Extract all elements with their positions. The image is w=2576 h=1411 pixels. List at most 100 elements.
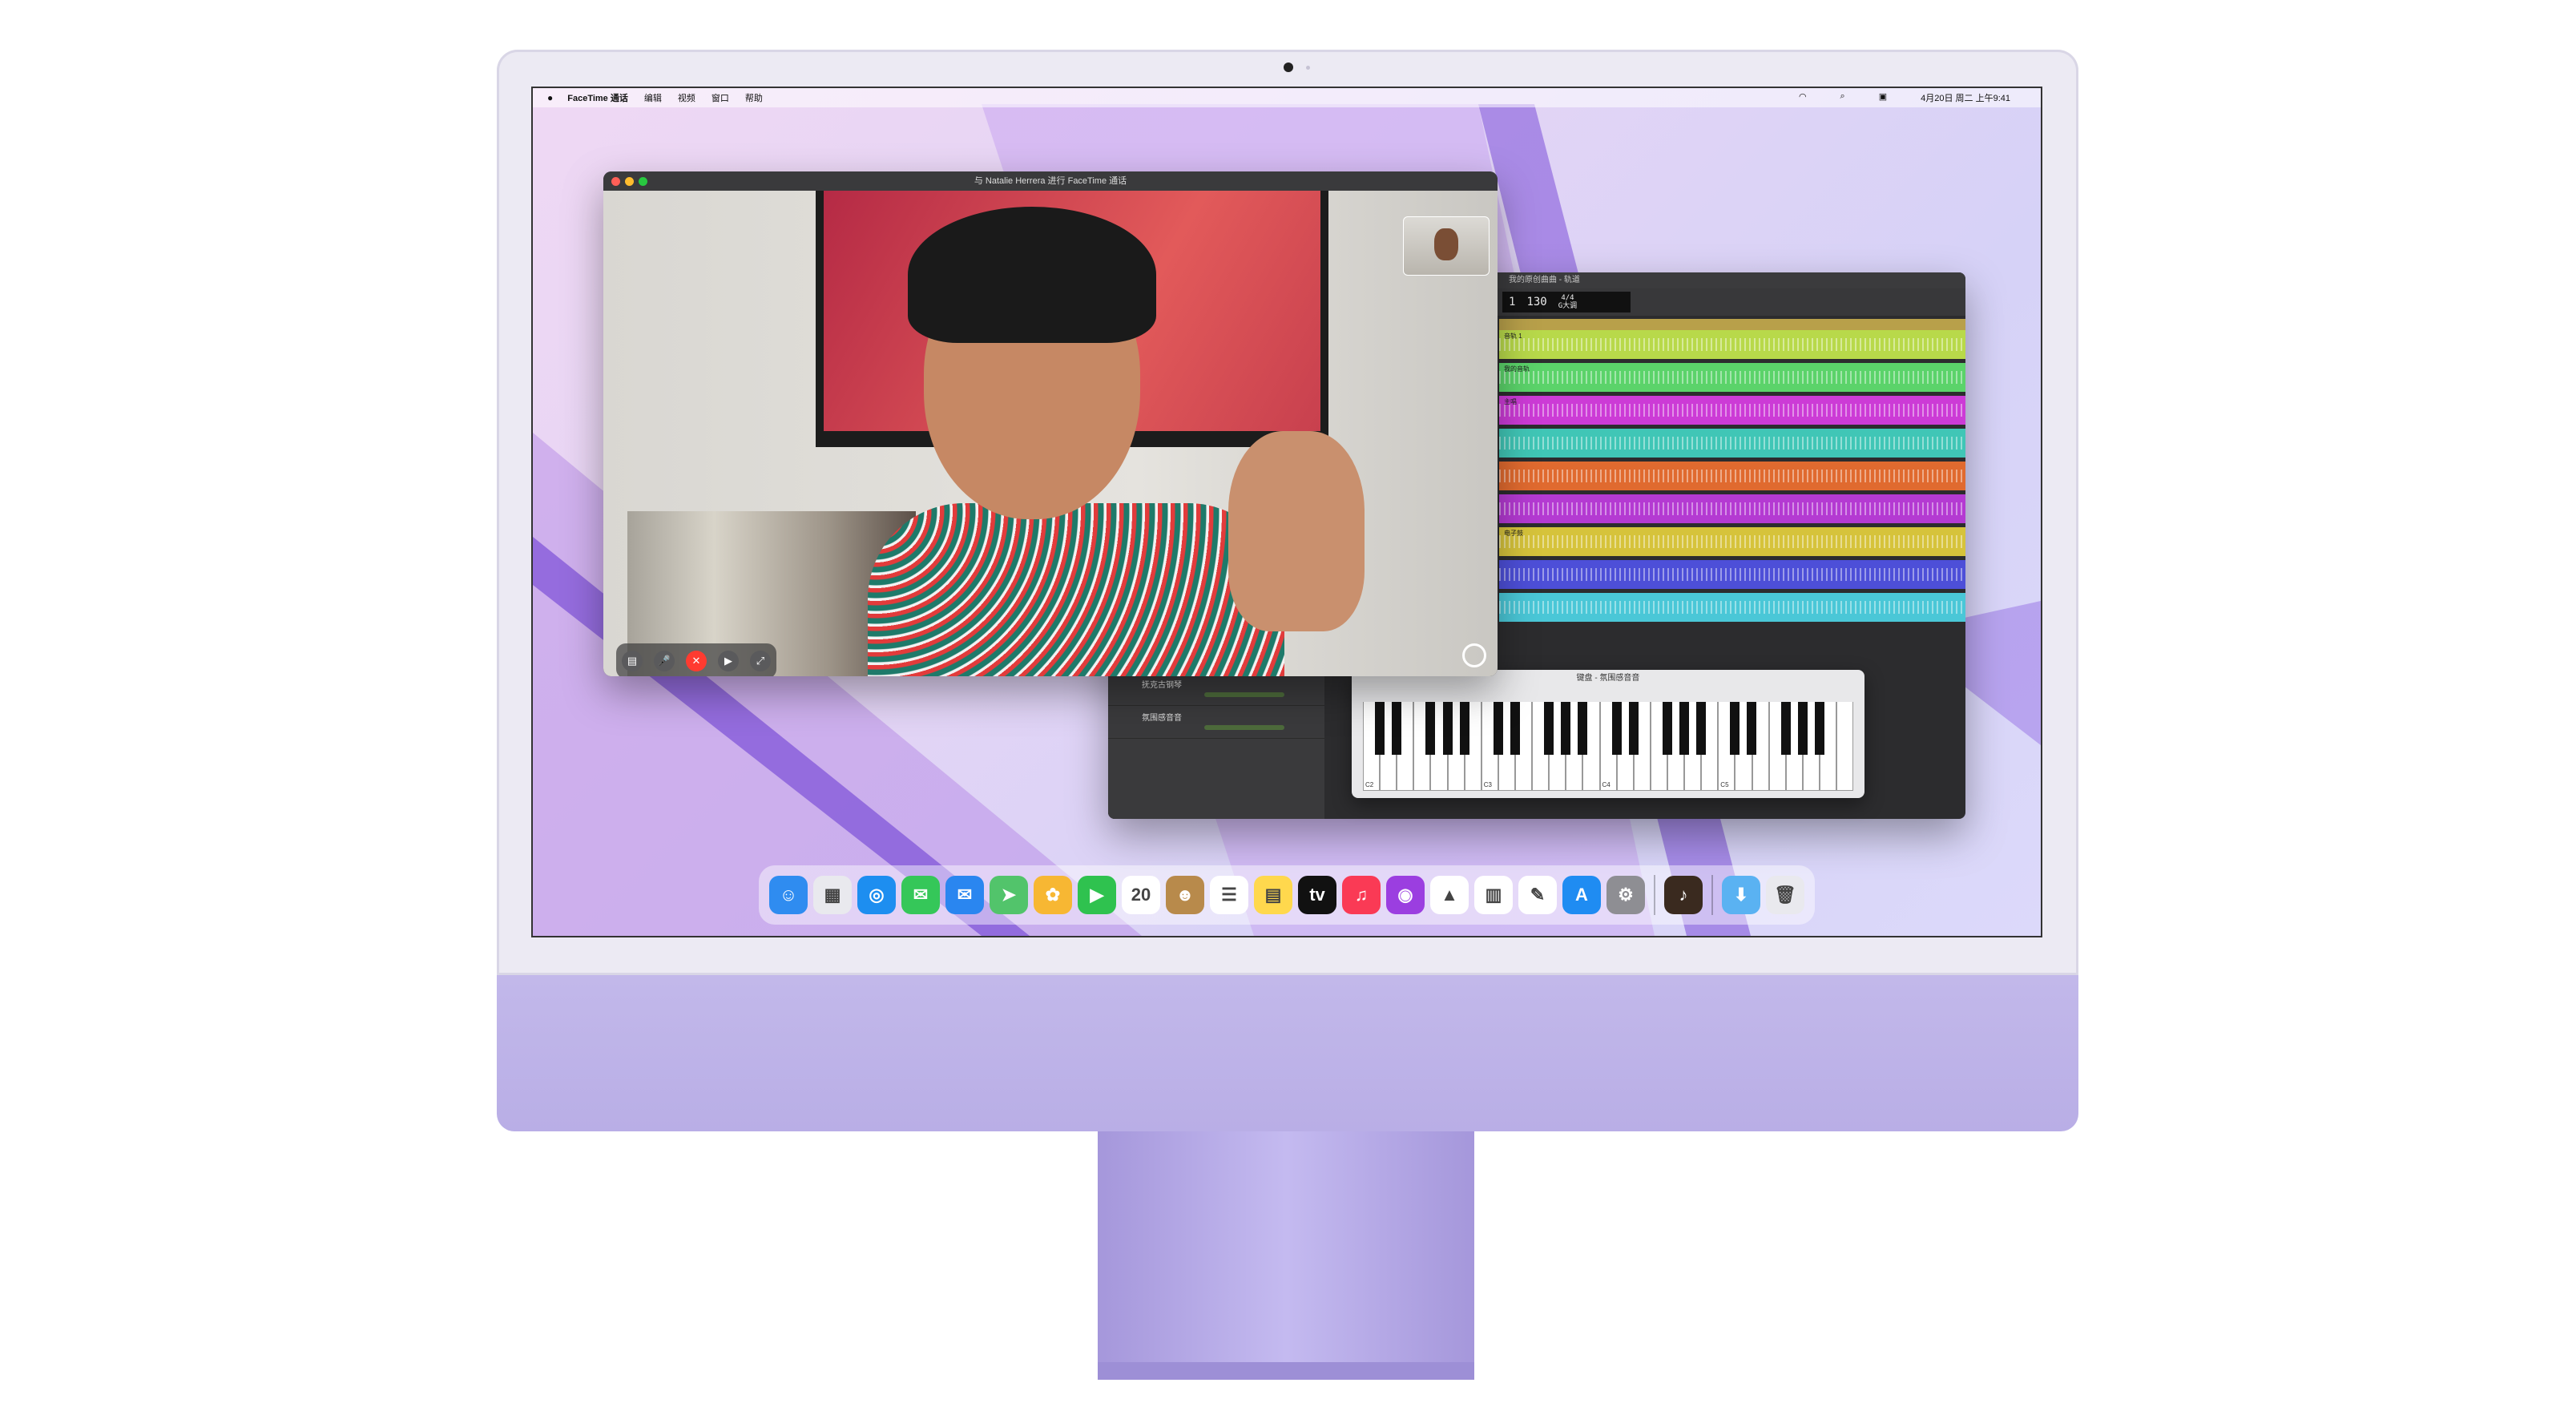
track-region[interactable] bbox=[1499, 429, 1965, 458]
piano-white-key[interactable] bbox=[1819, 702, 1837, 791]
piano-white-key[interactable] bbox=[1397, 702, 1414, 791]
piano-white-key[interactable] bbox=[1413, 702, 1431, 791]
mail-icon[interactable]: ✉ bbox=[945, 876, 984, 914]
piano-white-key[interactable] bbox=[1650, 702, 1667, 791]
piano-white-key[interactable]: C4 bbox=[1599, 702, 1617, 791]
piano-white-key[interactable] bbox=[1447, 702, 1465, 791]
piano-white-key[interactable] bbox=[1785, 702, 1803, 791]
piano-white-key[interactable] bbox=[1768, 702, 1786, 791]
track-region[interactable] bbox=[1499, 593, 1965, 622]
self-view-pip[interactable] bbox=[1403, 216, 1490, 276]
track-region[interactable] bbox=[1499, 494, 1965, 523]
camera-icon bbox=[1284, 62, 1293, 72]
reminders-icon[interactable]: ☰ bbox=[1210, 876, 1248, 914]
piano-white-key[interactable] bbox=[1633, 702, 1651, 791]
end-call-icon[interactable]: ✕ bbox=[686, 651, 707, 671]
piano-white-key[interactable]: C2 bbox=[1363, 702, 1381, 791]
piano-white-key[interactable] bbox=[1802, 702, 1820, 791]
track-region[interactable] bbox=[1499, 560, 1965, 589]
pages-icon[interactable]: ✎ bbox=[1518, 876, 1557, 914]
piano-white-key[interactable] bbox=[1836, 702, 1854, 791]
keynote-icon[interactable]: ▲ bbox=[1430, 876, 1469, 914]
microphone-icon[interactable]: 🎤 bbox=[654, 651, 675, 671]
piano-white-key[interactable] bbox=[1752, 702, 1769, 791]
calendar-icon[interactable]: 20 bbox=[1122, 876, 1160, 914]
downloads-folder-icon[interactable]: ⬇ bbox=[1722, 876, 1760, 914]
podcasts-icon[interactable]: ◉ bbox=[1386, 876, 1425, 914]
call-controls: ▤ 🎤 ✕ ▶ ⤢ bbox=[616, 643, 776, 676]
search-icon[interactable]: ⌕ bbox=[1840, 91, 1845, 104]
facetime-icon[interactable]: ▶ bbox=[1078, 876, 1116, 914]
piano-white-key[interactable] bbox=[1735, 702, 1752, 791]
appletv-icon[interactable]: tv bbox=[1298, 876, 1336, 914]
piano-white-key[interactable] bbox=[1684, 702, 1702, 791]
sidebar-toggle-icon[interactable]: ▤ bbox=[622, 651, 643, 671]
piano-white-key[interactable] bbox=[1582, 702, 1600, 791]
apple-menu-icon[interactable]: ● bbox=[547, 92, 553, 103]
volume-slider[interactable] bbox=[1204, 692, 1284, 697]
track-region[interactable]: 电子鼓 bbox=[1499, 527, 1965, 556]
mixer-row[interactable]: 氛围感音音 bbox=[1108, 706, 1324, 739]
numbers-icon[interactable]: ▥ bbox=[1474, 876, 1513, 914]
track-region[interactable]: 音轨 1 bbox=[1499, 330, 1965, 359]
imac-chin bbox=[497, 975, 2078, 1131]
piano-white-key[interactable] bbox=[1430, 702, 1448, 791]
menu-item-edit[interactable]: 编辑 bbox=[644, 91, 662, 104]
waveform bbox=[1499, 371, 1965, 384]
waveform bbox=[1499, 535, 1965, 548]
notes-icon[interactable]: ▤ bbox=[1254, 876, 1292, 914]
messages-icon[interactable]: ✉ bbox=[901, 876, 940, 914]
launchpad-icon[interactable]: ▦ bbox=[813, 876, 852, 914]
piano-white-key[interactable] bbox=[1616, 702, 1634, 791]
piano-white-key[interactable] bbox=[1464, 702, 1482, 791]
systemprefs-icon[interactable]: ⚙ bbox=[1606, 876, 1645, 914]
appstore-icon[interactable]: A bbox=[1562, 876, 1601, 914]
control-center-icon[interactable]: ▣ bbox=[1879, 91, 1887, 104]
piano-keys[interactable]: C2 C3 C4 C5 bbox=[1363, 702, 1854, 791]
contacts-icon[interactable]: ☻ bbox=[1166, 876, 1204, 914]
menu-item-window[interactable]: 窗口 bbox=[712, 91, 729, 104]
piano-white-key[interactable]: C3 bbox=[1481, 702, 1498, 791]
fullscreen-icon[interactable]: ⤢ bbox=[750, 651, 771, 671]
waveform bbox=[1499, 502, 1965, 515]
zoom-window-icon[interactable] bbox=[639, 177, 647, 186]
piano-white-key[interactable] bbox=[1380, 702, 1397, 791]
track-region[interactable] bbox=[1499, 462, 1965, 490]
trash-icon[interactable]: 🗑 bbox=[1766, 876, 1804, 914]
timeline-ruler[interactable] bbox=[1499, 319, 1965, 330]
piano-white-key[interactable] bbox=[1532, 702, 1550, 791]
facetime-titlebar[interactable]: 与 Natalie Herrera 进行 FaceTime 通话 bbox=[603, 171, 1498, 191]
track-name: 主唱 bbox=[1504, 398, 1517, 405]
video-person-hand bbox=[1228, 431, 1365, 631]
wifi-icon[interactable]: ◠ bbox=[1799, 91, 1807, 104]
piano-white-key[interactable] bbox=[1667, 702, 1685, 791]
close-window-icon[interactable] bbox=[611, 177, 620, 186]
camera-toggle-icon[interactable]: ▶ bbox=[718, 651, 739, 671]
minimize-window-icon[interactable] bbox=[625, 177, 634, 186]
piano-white-key[interactable] bbox=[1701, 702, 1719, 791]
menu-clock[interactable]: 4月20日 周二 上午9:41 bbox=[1921, 91, 2010, 104]
volume-slider[interactable] bbox=[1204, 725, 1284, 730]
imac-stand-foot bbox=[1098, 1362, 1474, 1380]
menu-item-help[interactable]: 帮助 bbox=[745, 91, 763, 104]
track-region[interactable]: 我的音轨 bbox=[1499, 363, 1965, 392]
maps-icon[interactable]: ➤ bbox=[990, 876, 1028, 914]
mixer-row[interactable]: 抚克古钢琴 bbox=[1108, 673, 1324, 706]
music-icon[interactable]: ♫ bbox=[1342, 876, 1381, 914]
safari-icon[interactable]: ◎ bbox=[857, 876, 896, 914]
garageband-icon[interactable]: ♪ bbox=[1664, 876, 1703, 914]
photos-icon[interactable]: ✿ bbox=[1034, 876, 1072, 914]
piano-white-key[interactable] bbox=[1566, 702, 1583, 791]
piano-white-key[interactable] bbox=[1498, 702, 1515, 791]
mixer-row-label: 氛围感音音 bbox=[1142, 714, 1182, 723]
menu-item-video[interactable]: 视频 bbox=[678, 91, 695, 104]
piano-white-key[interactable]: C5 bbox=[1718, 702, 1735, 791]
menu-app-name[interactable]: FaceTime 通话 bbox=[567, 91, 628, 104]
live-photo-shutter-icon[interactable] bbox=[1462, 643, 1486, 667]
track-region[interactable]: 主唱 bbox=[1499, 396, 1965, 425]
facetime-title: 与 Natalie Herrera 进行 FaceTime 通话 bbox=[974, 176, 1127, 186]
piano-white-key[interactable] bbox=[1549, 702, 1566, 791]
finder-icon[interactable]: ☺ bbox=[769, 876, 808, 914]
piano-white-key[interactable] bbox=[1514, 702, 1533, 791]
lcd-display[interactable]: 1 130 4/4 G大调 bbox=[1502, 292, 1631, 312]
